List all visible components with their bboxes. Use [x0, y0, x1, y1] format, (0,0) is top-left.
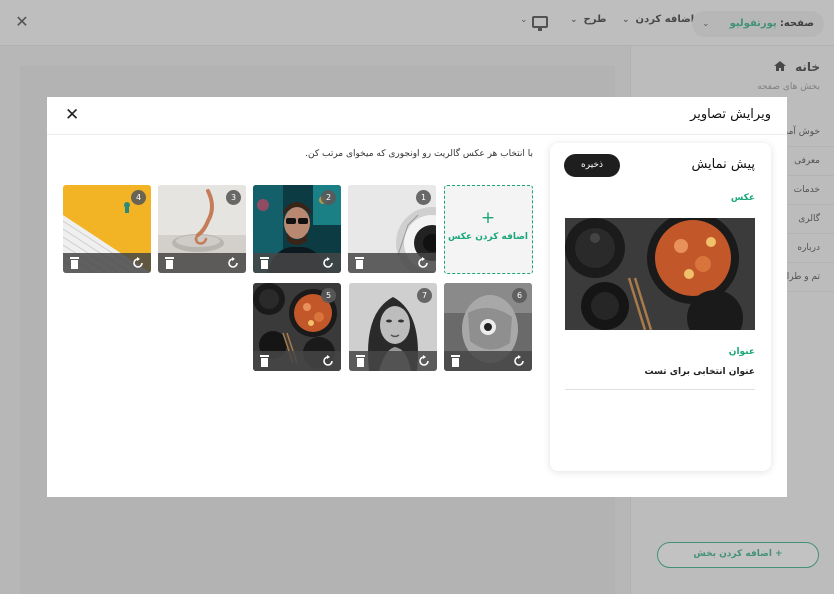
- preview-image: [565, 218, 755, 330]
- trash-icon[interactable]: [164, 257, 175, 269]
- gallery-tile[interactable]: 4: [63, 185, 151, 273]
- add-photo-label: اضافه کردن عکس: [447, 232, 528, 242]
- add-photo-button[interactable]: + اضافه کردن عکس: [444, 185, 533, 274]
- replace-icon[interactable]: [227, 257, 239, 269]
- photo-label: عکس: [730, 193, 755, 203]
- replace-icon[interactable]: [132, 257, 144, 269]
- caption-label: عنوان: [728, 347, 755, 357]
- edit-images-modal: ✕ ویرایش تصاویر با انتخاب هر عکس گالریت …: [47, 97, 787, 497]
- gallery-tile[interactable]: 7: [349, 283, 437, 371]
- trash-icon[interactable]: [354, 257, 365, 269]
- order-badge: 6: [512, 288, 527, 303]
- instruction-text: با انتخاب هر عکس گالریت رو اونجوری که می…: [305, 149, 533, 159]
- replace-icon[interactable]: [322, 355, 334, 367]
- modal-header: ✕ ویرایش تصاویر: [47, 97, 787, 135]
- replace-icon[interactable]: [418, 355, 430, 367]
- order-badge: 2: [321, 190, 336, 205]
- order-badge: 1: [416, 190, 431, 205]
- divider: [565, 389, 755, 390]
- preview-title: پیش نمایش: [691, 157, 755, 172]
- pasta-dish-image: [565, 218, 755, 330]
- close-icon[interactable]: ✕: [65, 106, 79, 124]
- gallery-tile[interactable]: 2: [253, 185, 341, 273]
- save-button[interactable]: ذخیره: [564, 154, 620, 177]
- trash-icon[interactable]: [69, 257, 80, 269]
- trash-icon[interactable]: [355, 355, 366, 367]
- replace-icon[interactable]: [417, 257, 429, 269]
- plus-icon: +: [480, 208, 496, 228]
- gallery-tile[interactable]: 6: [444, 283, 532, 371]
- trash-icon[interactable]: [259, 355, 270, 367]
- replace-icon[interactable]: [513, 355, 525, 367]
- gallery-tile[interactable]: 1: [348, 185, 436, 273]
- order-badge: 5: [321, 288, 336, 303]
- preview-card: ذخیره پیش نمایش عکس عنوان عنوان انتخابی …: [550, 143, 771, 471]
- gallery-tile[interactable]: 3: [158, 185, 246, 273]
- order-badge: 4: [131, 190, 146, 205]
- modal-title: ویرایش تصاویر: [690, 107, 771, 122]
- caption-value[interactable]: عنوان انتخابی برای تست: [645, 367, 756, 377]
- replace-icon[interactable]: [322, 257, 334, 269]
- trash-icon[interactable]: [259, 257, 270, 269]
- order-badge: 3: [226, 190, 241, 205]
- gallery-tile[interactable]: 5: [253, 283, 341, 371]
- order-badge: 7: [417, 288, 432, 303]
- trash-icon[interactable]: [450, 355, 461, 367]
